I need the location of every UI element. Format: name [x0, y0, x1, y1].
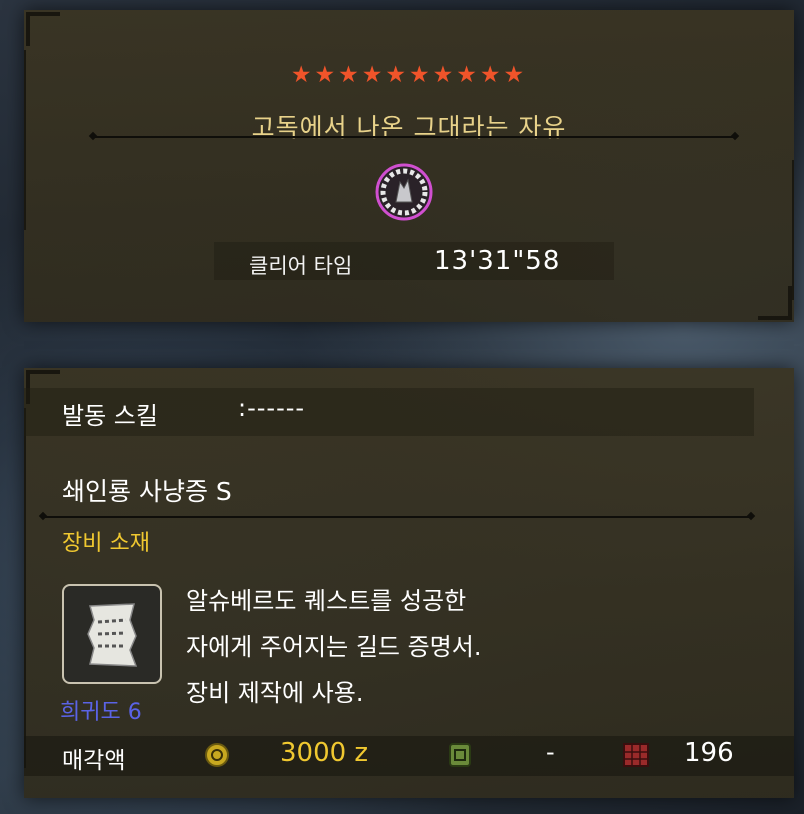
item-box-count: 196	[684, 738, 734, 768]
item-box-icon	[623, 743, 649, 767]
item-detail-panel: 발동 스킬 :------ 쇄인룡 사냥증 S 장비 소재 희귀도 6 알슈베르…	[24, 368, 794, 798]
sell-label: 매각액	[62, 748, 126, 774]
quest-title: 고독에서 나온 그대라는 자유	[251, 113, 567, 142]
zenny-coin-icon	[205, 743, 229, 767]
description-line: 알슈베르도 퀘스트를 성공한	[186, 587, 467, 615]
panel-edge	[24, 408, 26, 768]
points-value: -	[546, 738, 555, 766]
clear-time-label: 클리어 타임	[249, 254, 353, 278]
title-divider	[94, 136, 734, 138]
skill-label: 발동 스킬	[62, 402, 158, 430]
scroll-certificate-icon	[87, 603, 138, 667]
quest-result-panel: ★★★★★★★★★★ 고독에서 나온 그대라는 자유 클리어 타임 13'31"…	[24, 10, 794, 322]
item-name: 쇄인룡 사냥증 S	[62, 477, 232, 506]
skill-value: :------	[238, 394, 306, 422]
panel-corner-ornament	[26, 12, 60, 46]
description-line: 장비 제작에 사용.	[186, 679, 364, 707]
rarity-label: 희귀도 6	[60, 700, 142, 725]
description-line: 자에게 주어지는 길드 증명서.	[186, 633, 482, 661]
item-icon-frame	[62, 584, 162, 684]
panel-edge	[792, 160, 794, 300]
item-description: 알슈베르도 퀘스트를 성공한 자에게 주어지는 길드 증명서. 장비 제작에 사…	[186, 578, 481, 716]
sell-row	[24, 736, 794, 776]
sell-price: 3000 z	[280, 738, 369, 768]
monster-crest-icon	[375, 163, 433, 221]
panel-corner-ornament	[758, 286, 792, 320]
research-points-icon	[449, 743, 471, 767]
item-category: 장비 소재	[62, 531, 150, 556]
item-divider	[44, 516, 750, 518]
clear-time-value: 13'31"58	[434, 246, 561, 276]
difficulty-stars: ★★★★★★★★★★	[290, 62, 528, 88]
